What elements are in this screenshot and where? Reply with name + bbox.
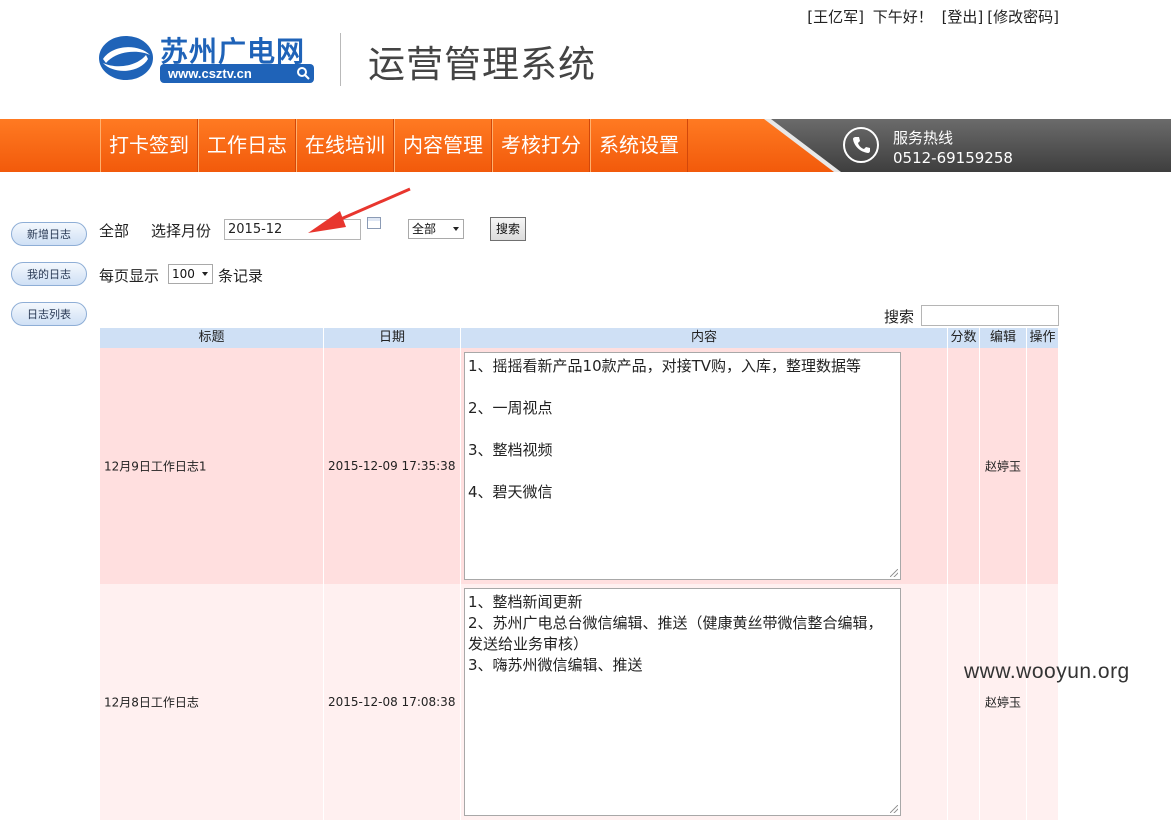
cell-title: 12月9日工作日志1 [100, 348, 324, 584]
column-header-score[interactable]: 分数 [948, 328, 980, 348]
nav-item-settings[interactable]: 系统设置 [590, 119, 688, 172]
nav-item-assessment[interactable]: 考核打分 [492, 119, 590, 172]
column-header-action[interactable]: 操作 [1027, 328, 1058, 348]
greeting: 下午好！ [872, 8, 933, 26]
cell-editor: 赵婷玉 [980, 584, 1027, 820]
cell-action [1027, 584, 1058, 820]
column-header-title[interactable]: 标题 [100, 328, 324, 348]
content-line: 1、整档新闻更新 [468, 593, 583, 611]
row-title[interactable]: 12月8日工作日志 [104, 694, 199, 711]
magnifier-icon [297, 67, 310, 80]
row-editor: 赵婷玉 [984, 459, 1021, 474]
hotline-title: 服务热线 [893, 129, 954, 147]
annotation-arrow-icon [308, 187, 411, 233]
records-label: 条记录 [218, 267, 264, 285]
row-editor: 赵婷玉 [984, 695, 1021, 710]
column-header-editor[interactable]: 编辑 [980, 328, 1027, 348]
nav-item-worklog[interactable]: 工作日志 [198, 119, 296, 172]
content-line [468, 377, 897, 398]
content-line: 4、碧天微信 [468, 483, 553, 501]
main-nav: 打卡签到 工作日志 在线培训 内容管理 考核打分 系统设置 服务热线 0512-… [0, 119, 1171, 172]
logout-link[interactable]: [登出] [942, 8, 984, 26]
content-line: 3、嗨苏州微信编辑、推送 [468, 656, 643, 674]
row-date: 2015-12-08 17:08:38 [328, 695, 456, 709]
watermark: www.wooyun.org [964, 660, 1130, 683]
nav-item-content[interactable]: 内容管理 [394, 119, 492, 172]
header-divider [340, 33, 341, 86]
logo-url-text: www.csztv.cn [168, 66, 252, 81]
cell-score [948, 348, 980, 584]
per-page-label: 每页显示 [99, 267, 160, 285]
user-bar: [王亿军] 下午好！ [登出] [修改密码] [803, 6, 1059, 27]
content-textarea[interactable]: 1、摇摇看新产品10款产品，对接TV购，入库，整理数据等 2、一周视点 3、整档… [464, 352, 901, 580]
nav-item-training[interactable]: 在线培训 [296, 119, 394, 172]
table-search-input[interactable] [921, 305, 1059, 326]
user-name: [王亿军] [807, 8, 864, 26]
table-header: 标题 日期 内容 分数 编辑 操作 [100, 328, 1058, 348]
content-line: 1、摇摇看新产品10款产品，对接TV购，入库，整理数据等 [468, 357, 862, 375]
chevron-down-icon [202, 272, 208, 276]
nav-item-checkin[interactable]: 打卡签到 [100, 119, 198, 172]
content-line: 2、苏州广电总台微信编辑、推送（健康黄丝带微信整合编辑，发送给业务审核） [468, 614, 883, 653]
my-log-button[interactable]: 我的日志 [11, 262, 87, 286]
per-page-select-value: 100 [172, 267, 195, 281]
phone-glyph-icon [853, 137, 870, 153]
content-textarea[interactable]: 1、整档新闻更新 2、苏州广电总台微信编辑、推送（健康黄丝带微信整合编辑，发送给… [464, 588, 901, 816]
content-line: 2、一周视点 [468, 399, 553, 417]
logo-swirl-icon [99, 36, 153, 80]
system-title: 运营管理系统 [368, 43, 596, 86]
hotline-number: 0512-69159258 [893, 149, 1013, 167]
table-row: 12月8日工作日志 2015-12-08 17:08:38 1、整档新闻更新 2… [100, 584, 1058, 820]
cell-action [1027, 348, 1058, 584]
per-page-select[interactable]: 100 [168, 264, 213, 284]
cell-editor: 赵婷玉 [980, 348, 1027, 584]
new-log-button[interactable]: 新增日志 [11, 222, 87, 246]
cell-score [948, 584, 980, 820]
resize-handle-icon[interactable] [890, 569, 898, 577]
phone-icon [843, 127, 879, 163]
change-password-link[interactable]: [修改密码] [987, 8, 1059, 26]
row-date: 2015-12-09 17:35:38 [328, 459, 456, 473]
site-logo[interactable]: 苏州广电网 www.csztv.cn [98, 30, 338, 90]
nav-menu: 打卡签到 工作日志 在线培训 内容管理 考核打分 系统设置 [100, 119, 688, 172]
column-header-date[interactable]: 日期 [324, 328, 461, 348]
content-line [468, 419, 897, 440]
log-list-button[interactable]: 日志列表 [11, 302, 87, 326]
resize-handle-icon[interactable] [890, 805, 898, 813]
cell-title: 12月8日工作日志 [100, 584, 324, 820]
content-line: 3、整档视频 [468, 441, 553, 459]
table-row: 12月9日工作日志1 2015-12-09 17:35:38 1、摇摇看新产品1… [100, 348, 1058, 584]
search-button[interactable]: 搜索 [490, 217, 526, 241]
month-label: 选择月份 [151, 222, 212, 240]
table-search-label: 搜索 [884, 308, 915, 326]
column-header-content[interactable]: 内容 [461, 328, 948, 348]
logo-url: www.csztv.cn [160, 64, 314, 83]
all-filter[interactable]: 全部 [99, 220, 129, 241]
row-title[interactable]: 12月9日工作日志1 [104, 458, 207, 475]
cell-date: 2015-12-08 17:08:38 [324, 584, 461, 820]
scope-select-value: 全部 [412, 222, 437, 236]
chevron-down-icon [453, 227, 459, 231]
content-line [468, 461, 897, 482]
cell-date: 2015-12-09 17:35:38 [324, 348, 461, 584]
scope-select[interactable]: 全部 [408, 219, 464, 239]
